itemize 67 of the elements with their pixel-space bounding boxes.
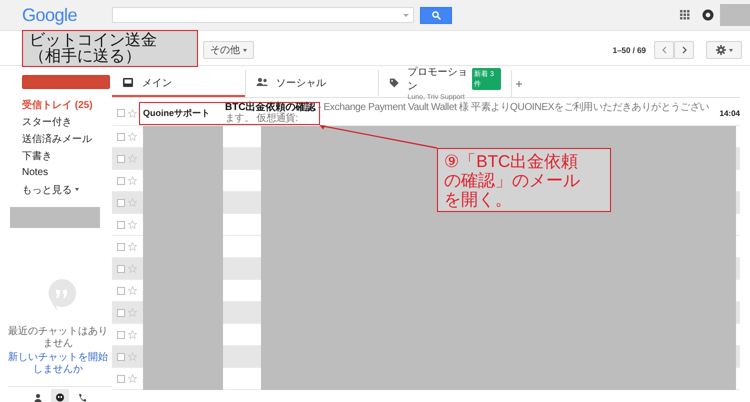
phone-icon (78, 393, 86, 402)
callout-note: ⑨「BTC出金依頼 の確認」のメール を開く。 (437, 148, 611, 212)
redaction-block (720, 4, 750, 26)
checkbox-icon[interactable] (117, 198, 125, 206)
nav-item[interactable]: 受信トレイ (25) (22, 96, 112, 113)
caret-icon (403, 14, 409, 16)
checkbox-icon[interactable] (117, 242, 125, 250)
checkbox-icon[interactable] (117, 109, 125, 117)
star-icon[interactable] (128, 132, 137, 141)
star-icon[interactable] (128, 264, 137, 273)
caret-icon (243, 48, 247, 52)
email-time: 14:04 (718, 108, 740, 118)
chevron-left-icon (662, 46, 666, 54)
chat-bubble-icon (47, 278, 77, 312)
chat-icon (56, 393, 64, 402)
search-field[interactable] (112, 7, 414, 23)
star-icon[interactable] (128, 374, 137, 383)
star-icon[interactable] (128, 108, 137, 118)
people-icon (256, 76, 268, 88)
nav-item[interactable]: 下書き (22, 147, 112, 164)
checkbox-icon[interactable] (117, 352, 125, 360)
chat-empty-text: 最近のチャットはありません (8, 326, 108, 350)
caret-icon (75, 188, 79, 191)
compose-button[interactable] (22, 75, 110, 89)
search-icon (432, 10, 440, 20)
previous-button[interactable] (654, 41, 674, 59)
checkbox-icon[interactable] (117, 176, 125, 184)
checkbox-icon[interactable] (117, 286, 125, 294)
new-chat-link[interactable]: 新しいチャットを開始しませんか (8, 352, 108, 376)
tab-label: メイン (142, 76, 172, 90)
star-icon[interactable] (128, 220, 137, 229)
nav-item[interactable]: もっと見る (22, 181, 112, 198)
inbox-icon (122, 76, 134, 88)
star-icon[interactable] (128, 198, 137, 207)
nav-item[interactable]: 送信済みメール (22, 130, 112, 147)
settings-button[interactable] (706, 41, 742, 59)
next-button[interactable] (674, 41, 694, 59)
tag-icon (389, 76, 400, 88)
star-icon[interactable] (128, 352, 137, 361)
checkbox-icon[interactable] (117, 308, 125, 316)
star-icon[interactable] (128, 286, 137, 295)
chat-mode-tab[interactable] (51, 389, 69, 402)
account-icon[interactable] (702, 9, 714, 21)
star-icon[interactable] (128, 330, 137, 339)
checkbox-icon[interactable] (117, 220, 125, 228)
checkbox-icon[interactable] (117, 154, 125, 162)
checkbox-icon[interactable] (117, 264, 125, 272)
nav-item[interactable]: スター付き (22, 113, 112, 130)
star-icon[interactable] (128, 176, 137, 185)
person-icon (34, 393, 42, 402)
apps-grid-icon[interactable] (680, 10, 690, 20)
email-sender: Quoineサポート (143, 106, 211, 120)
checkbox-icon[interactable] (117, 132, 125, 140)
nav-item[interactable]: Notes (22, 164, 112, 181)
checkbox-icon[interactable] (117, 374, 125, 382)
star-icon[interactable] (128, 242, 137, 251)
chevron-right-icon (682, 46, 686, 54)
pagination-count: 1–50 / 69 (612, 46, 646, 54)
caret-icon (728, 48, 732, 52)
tab-label: ソーシャル (276, 76, 326, 90)
star-icon[interactable] (128, 308, 137, 317)
callout-note: ビットコイン送金 （相手に送る） (22, 30, 198, 67)
search-button[interactable] (420, 6, 452, 24)
checkbox-icon[interactable] (117, 330, 125, 338)
settings-icon (716, 45, 726, 55)
more-button[interactable]: その他 (203, 41, 254, 59)
star-icon[interactable] (128, 154, 137, 163)
